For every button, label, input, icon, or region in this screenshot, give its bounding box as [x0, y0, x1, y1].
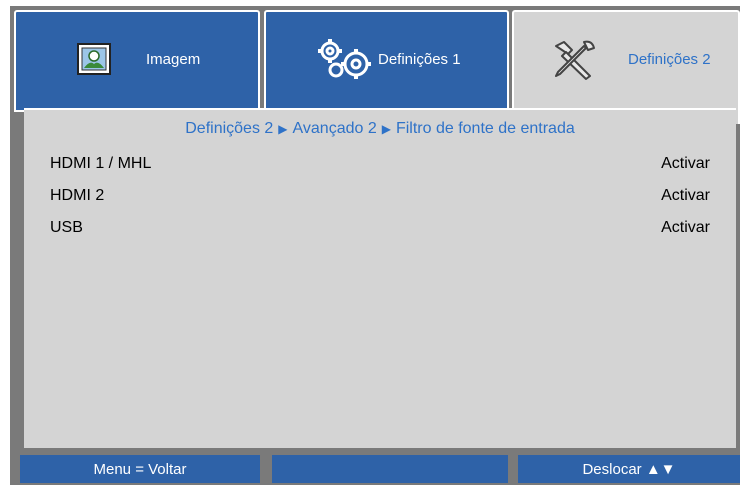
- footer-scroll: Deslocar ▲▼: [518, 455, 740, 483]
- content-panel: Definições 2 ▶ Avançado 2 ▶ Filtro de fonte …: [24, 108, 736, 448]
- breadcrumb-separator-icon: ▶: [381, 122, 391, 136]
- footer-label: Deslocar ▲▼: [582, 460, 676, 478]
- image-settings-icon: [76, 42, 112, 76]
- menu-row-usb[interactable]: USB Activar: [50, 213, 710, 243]
- row-value[interactable]: Activar: [661, 219, 710, 237]
- tab-label: Definições 2: [628, 50, 711, 68]
- menu-row-hdmi1[interactable]: HDMI 1 / MHL Activar: [50, 149, 710, 179]
- breadcrumb: Definições 2 ▶ Avançado 2 ▶ Filtro de fonte …: [24, 120, 736, 138]
- row-value[interactable]: Activar: [661, 187, 710, 205]
- row-label: HDMI 1 / MHL: [50, 155, 152, 172]
- row-label: USB: [50, 219, 83, 236]
- osd-menu: Imagem Definições 1 Definições 2 Definiç…: [10, 6, 740, 485]
- tab-definicoes-2[interactable]: Definições 2: [512, 10, 740, 124]
- breadcrumb-separator-icon: ▶: [278, 122, 288, 136]
- row-label: HDMI 2: [50, 187, 105, 204]
- breadcrumb-item: Filtro de fonte de entrada: [395, 120, 575, 137]
- tab-definicoes-1[interactable]: Definições 1: [264, 10, 509, 112]
- gears-icon: [316, 38, 372, 80]
- menu-row-hdmi2[interactable]: HDMI 2 Activar: [50, 181, 710, 211]
- footer-middle: [272, 455, 508, 483]
- footer-label: Menu = Voltar: [93, 460, 187, 478]
- tab-label: Imagem: [146, 50, 201, 68]
- tab-imagem[interactable]: Imagem: [14, 10, 260, 112]
- row-value[interactable]: Activar: [661, 155, 710, 173]
- breadcrumb-item: Definições 2: [185, 120, 274, 137]
- tab-label: Definições 1: [378, 50, 461, 68]
- tools-icon: [550, 38, 598, 80]
- breadcrumb-item: Avançado 2: [292, 120, 377, 137]
- footer-menu-back: Menu = Voltar: [20, 455, 260, 483]
